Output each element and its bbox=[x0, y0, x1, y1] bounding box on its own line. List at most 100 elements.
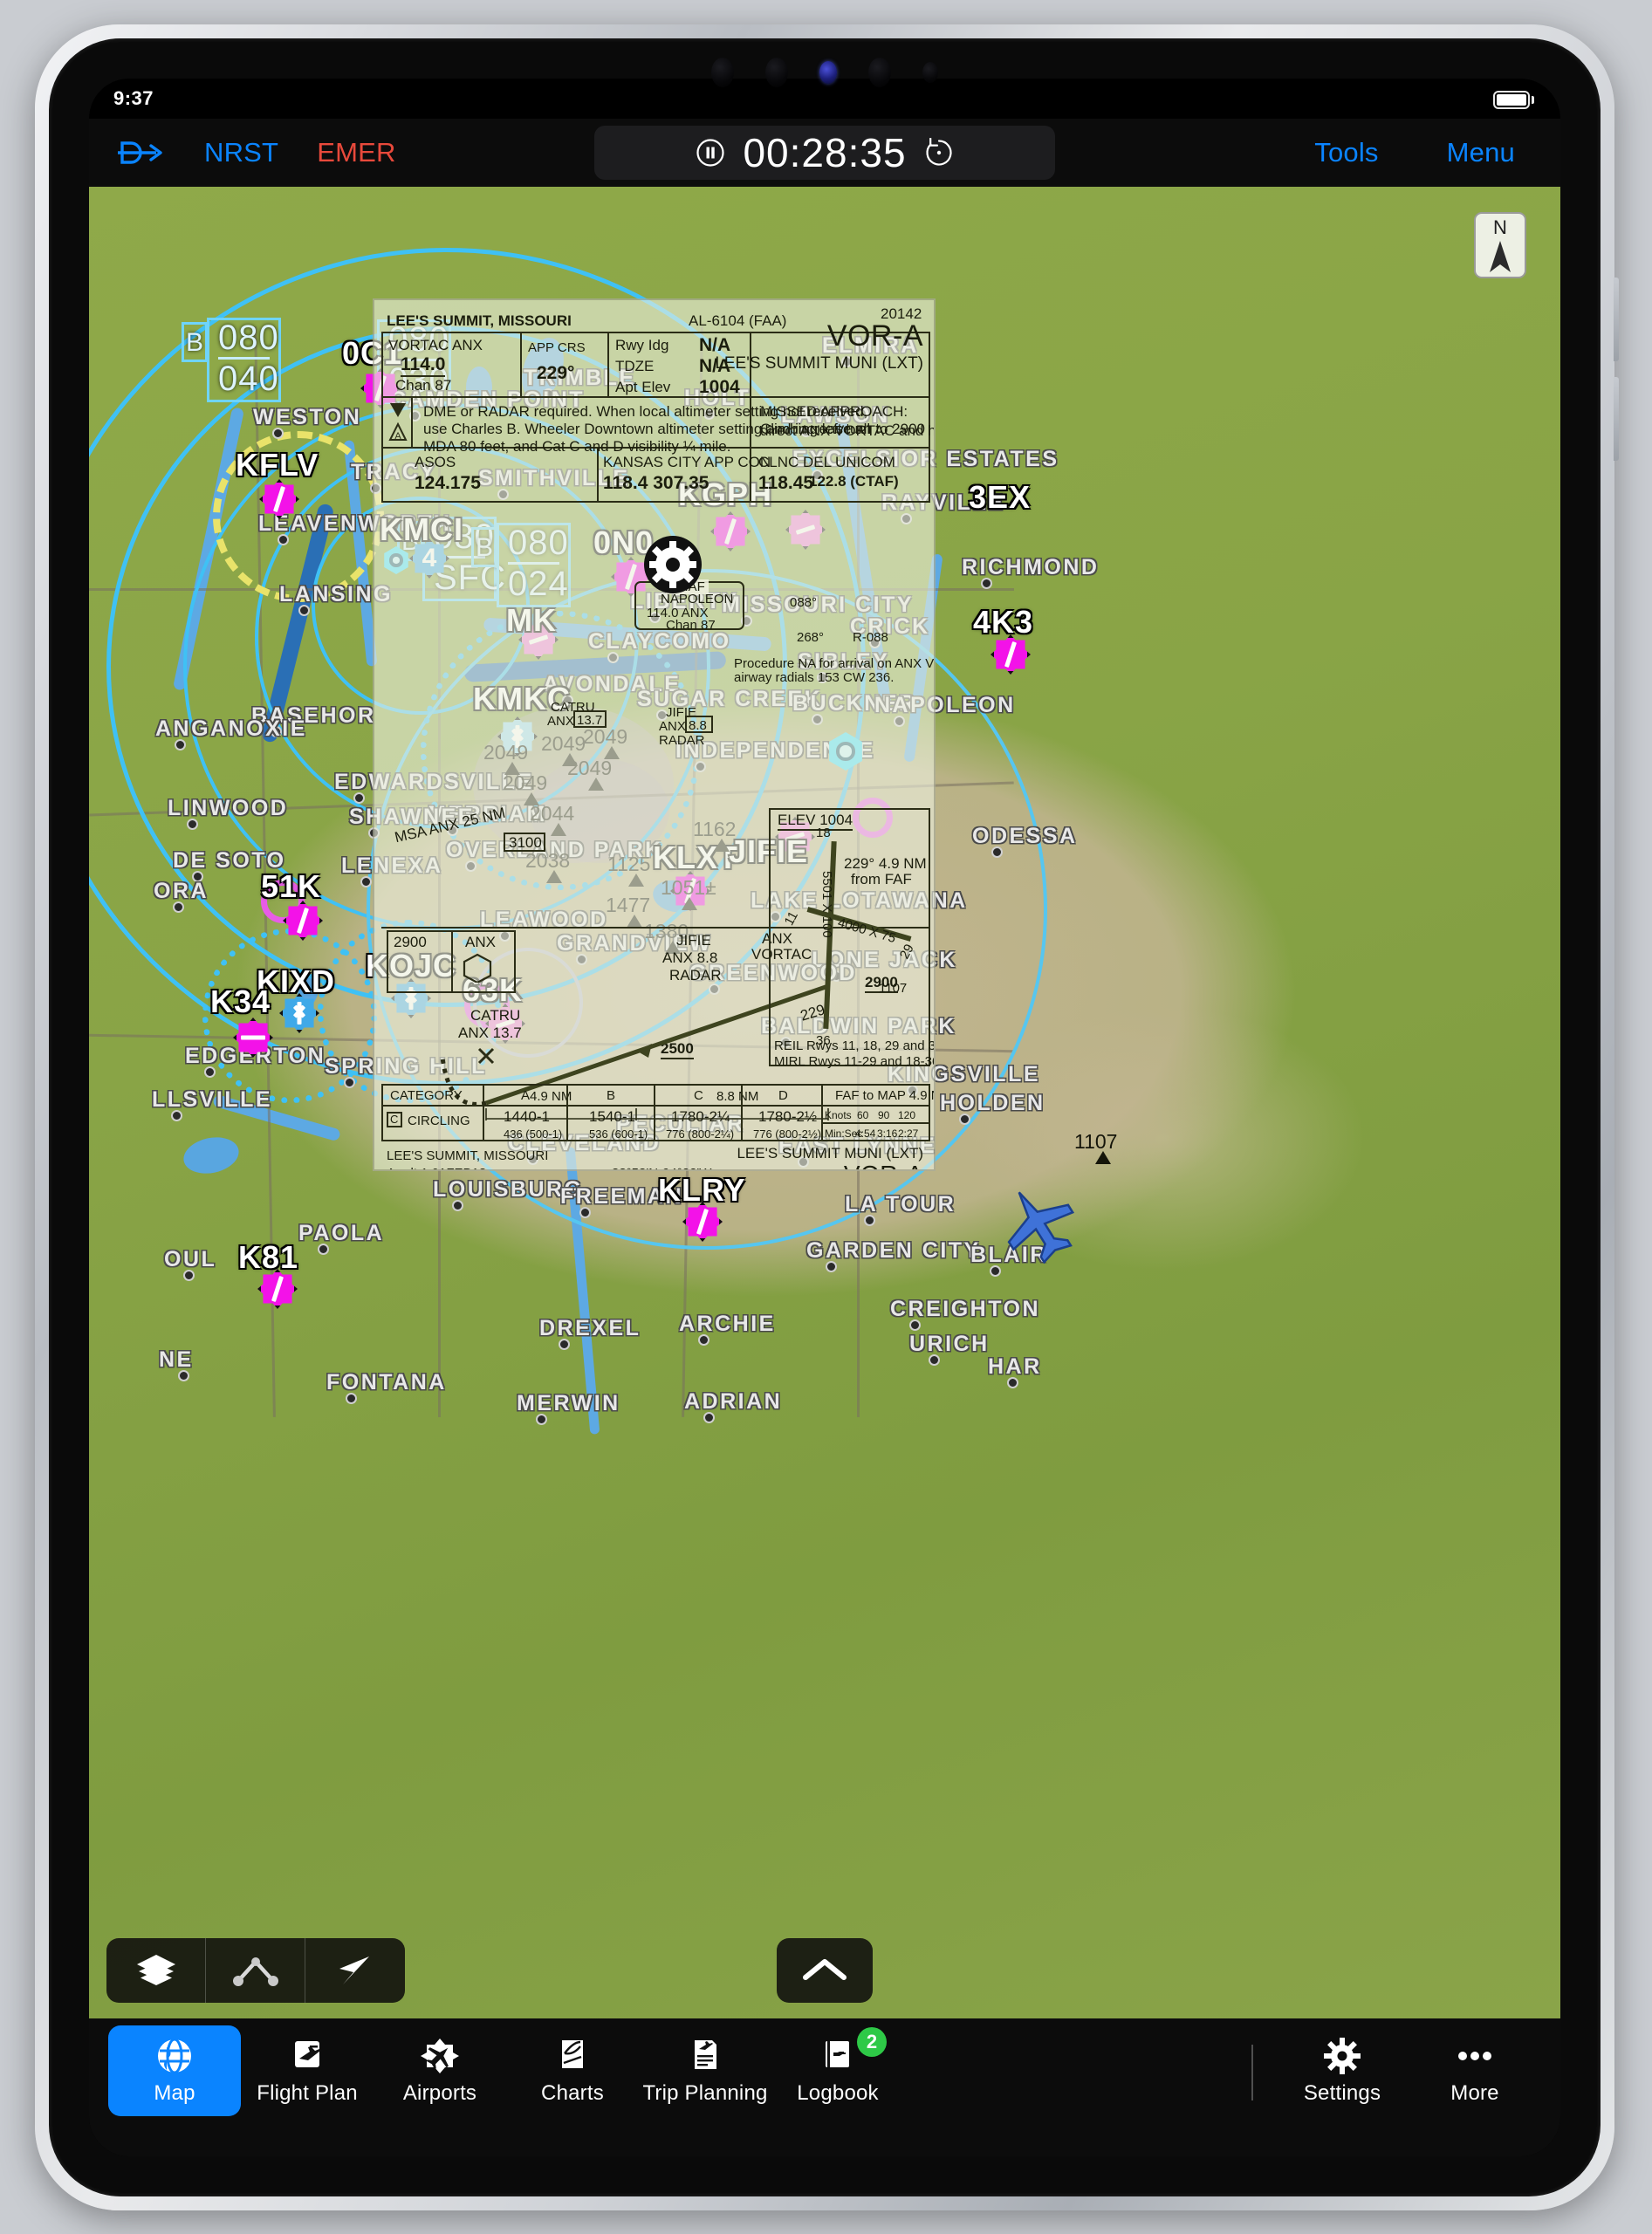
tab-settings[interactable]: Settings bbox=[1276, 2025, 1409, 2116]
map-tools-bar[interactable] bbox=[106, 1938, 405, 2003]
plan-fix-jifie-navaid: ANX bbox=[659, 719, 686, 734]
emergency-button[interactable]: EMER bbox=[317, 137, 395, 168]
city-dot bbox=[344, 1077, 355, 1088]
minimums-value-main: 1780-2½ bbox=[758, 1108, 818, 1125]
tab-charts[interactable]: Charts bbox=[506, 2025, 639, 2116]
airport-label-KFLV: KFLV bbox=[236, 447, 319, 483]
route-icon bbox=[232, 1957, 278, 1986]
tab-more-label: More bbox=[1450, 2081, 1499, 2105]
tools-button[interactable]: Tools bbox=[1314, 137, 1378, 168]
city-label: DREXEL bbox=[539, 1316, 641, 1340]
svg-text:A: A bbox=[394, 431, 401, 442]
reset-icon[interactable] bbox=[924, 137, 954, 168]
planview-radial-in: 268° bbox=[797, 630, 825, 645]
airport-symbol-51K[interactable] bbox=[283, 901, 323, 941]
map-layers-button[interactable] bbox=[106, 1938, 206, 2003]
tab-trip-planning[interactable]: Trip Planning bbox=[639, 2025, 771, 2116]
tab-flight-plan[interactable]: Flight Plan bbox=[241, 2025, 374, 2116]
city-label: ODESSA bbox=[972, 824, 1078, 848]
city-dot bbox=[346, 1393, 357, 1404]
plate-faa-id: AL-6104 (FAA) bbox=[689, 312, 787, 329]
planview-procedure-na: airway radials 153 CW 236. bbox=[734, 670, 895, 685]
airport-label-4K3: 4K3 bbox=[973, 604, 1034, 640]
tab-map-label: Map bbox=[154, 2081, 195, 2105]
approach-plate-overlay[interactable]: LEE'S SUMMIT, MISSOURI AL-6104 (FAA) 201… bbox=[373, 298, 936, 1171]
map-track-up-button[interactable] bbox=[305, 1938, 405, 2003]
north-arrow-icon[interactable]: N bbox=[1473, 211, 1527, 279]
charts-icon bbox=[552, 2036, 593, 2076]
city-dot bbox=[318, 1244, 329, 1255]
city-label: HOLDEN bbox=[940, 1091, 1045, 1115]
app-screen: 9:37 NRST EMER 00:28:35 Tools Menu B 080… bbox=[89, 79, 1560, 2156]
minimums-time: 4:54 bbox=[855, 1127, 876, 1140]
volume-down-button[interactable] bbox=[1614, 377, 1619, 461]
if-iaf-fix: NAPOLEON bbox=[661, 592, 734, 606]
sketch-obstruction: 1107 bbox=[879, 981, 908, 996]
if-iaf-chan: Chan 87 bbox=[666, 618, 716, 633]
volume-up-button[interactable] bbox=[1614, 278, 1619, 361]
city-dot bbox=[353, 792, 365, 804]
minimums-speed: 120 bbox=[898, 1109, 916, 1121]
plate-footer-approach: VOR-A bbox=[844, 1161, 923, 1169]
airport-symbol-KFLV[interactable] bbox=[259, 479, 299, 519]
plate-footer-coords: 38°58'N-94°22'W bbox=[612, 1166, 711, 1169]
sketch-rwy18-dims: 5501 X 100 bbox=[819, 871, 834, 938]
map-route-button[interactable] bbox=[206, 1938, 305, 2003]
expand-panel-button[interactable] bbox=[777, 1938, 873, 2003]
map-view[interactable]: B 080 040 080 030 B 080 SFC bbox=[89, 187, 1560, 2018]
menu-button[interactable]: Menu bbox=[1447, 137, 1515, 168]
plate-rwy-ldg-label: Rwy Idg bbox=[615, 337, 669, 353]
tab-logbook[interactable]: Logbook 2 bbox=[771, 2025, 904, 2116]
airspace-floor: 040 bbox=[218, 360, 279, 398]
city-dot bbox=[703, 1412, 715, 1423]
plate-comm-value: 122.8 (CTAF) bbox=[809, 473, 899, 490]
minimums-time: 2:27 bbox=[898, 1127, 919, 1140]
tab-flight-plan-label: Flight Plan bbox=[257, 2081, 358, 2105]
airport-symbol-K34[interactable] bbox=[233, 1018, 273, 1058]
plate-comm-label: CLNC DEL bbox=[758, 454, 833, 470]
city-dot bbox=[929, 1354, 940, 1366]
plate-comm-label: UNICOM bbox=[835, 454, 895, 470]
plate-navaid-label: VORTAC ANX bbox=[388, 337, 483, 353]
plate-approach-title: VOR-A bbox=[826, 319, 923, 353]
tab-logbook-label: Logbook bbox=[797, 2081, 879, 2105]
city-label: OUL bbox=[164, 1247, 217, 1271]
tab-settings-label: Settings bbox=[1303, 2081, 1381, 2105]
timer-display[interactable]: 00:28:35 bbox=[594, 126, 1055, 180]
minimums-value-main: 1440-1 bbox=[504, 1108, 550, 1125]
pause-icon[interactable] bbox=[696, 138, 725, 168]
direct-to-icon[interactable] bbox=[115, 138, 166, 168]
city-dot bbox=[452, 1200, 463, 1211]
terrain-peak-icon bbox=[1095, 1151, 1111, 1164]
planview-radial-out: 088° bbox=[790, 595, 818, 610]
tab-airports[interactable]: Airports bbox=[374, 2025, 506, 2116]
minimums-cat-c: C bbox=[694, 1088, 703, 1103]
trip-planning-icon bbox=[685, 2036, 725, 2076]
plan-fix-catru-dme: 13.7 bbox=[577, 713, 603, 728]
minimums-category-label: CATEGORY bbox=[390, 1088, 463, 1103]
nearest-button[interactable]: NRST bbox=[204, 137, 278, 168]
city-dot bbox=[909, 1319, 921, 1331]
sketch-map-note-2: from FAF bbox=[851, 871, 912, 887]
plate-footer-amdt: Amdt 1 01FEB18 bbox=[387, 1166, 486, 1169]
planview-procedure-na: Procedure NA for arrival on ANX VORTAC bbox=[734, 656, 935, 671]
tab-more[interactable]: More bbox=[1409, 2025, 1541, 2116]
layers-icon bbox=[136, 1955, 175, 1985]
camera-array bbox=[711, 58, 938, 87]
gear-icon[interactable] bbox=[644, 536, 702, 593]
plate-footer-airport: LEE'S SUMMIT MUNI (LXT) bbox=[737, 1145, 923, 1162]
airspace-class-badge: B bbox=[182, 322, 208, 362]
plate-footer-city: LEE'S SUMMIT, MISSOURI bbox=[387, 1148, 549, 1163]
airport-label-K34: K34 bbox=[210, 983, 271, 1019]
tab-airports-label: Airports bbox=[402, 2081, 477, 2105]
ellipsis-icon bbox=[1455, 2036, 1495, 2076]
city-dot bbox=[298, 605, 310, 616]
tab-map[interactable]: Map bbox=[108, 2025, 241, 2116]
top-navigation-bar: NRST EMER 00:28:35 Tools Menu bbox=[89, 119, 1560, 187]
minimums-value-sub: 776 (800-2¼) bbox=[666, 1127, 735, 1141]
camera-lens-icon bbox=[868, 58, 891, 87]
sketch-map-note-1: 229° 4.9 NM bbox=[844, 855, 927, 872]
bottom-tab-bar[interactable]: Map Flight Plan Airports Charts Trip Plannin… bbox=[89, 2018, 1560, 2156]
map-canvas[interactable]: B 080 040 080 030 B 080 SFC bbox=[89, 187, 1560, 2018]
plate-missed-approach-line: direct ANX VORTAC and hold. bbox=[760, 422, 936, 439]
